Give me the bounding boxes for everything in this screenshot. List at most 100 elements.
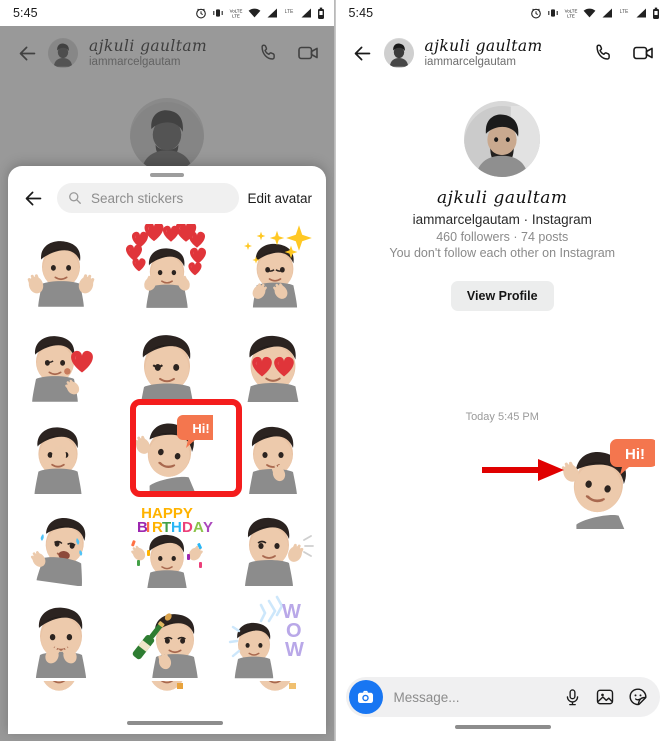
home-gesture-pill[interactable] (127, 721, 223, 725)
sent-sticker-message[interactable]: Hi! (336, 423, 669, 529)
svg-text:I: I (146, 519, 150, 536)
video-call-icon[interactable] (631, 41, 655, 65)
search-placeholder: Search stickers (91, 190, 184, 206)
lte-icon: LTE (620, 9, 629, 15)
avatar-wow-sticker[interactable]: WOW (220, 589, 326, 681)
volte-icon: VoLTELTE (229, 8, 242, 18)
avatar-wink-sticker[interactable] (114, 313, 220, 405)
avatar-blow-kiss-sticker[interactable] (8, 313, 114, 405)
wifi-icon (583, 8, 596, 18)
signal-icon (602, 8, 612, 18)
signal-2-icon (636, 8, 646, 18)
battery-icon (653, 7, 659, 19)
profile-name: ajkuli gaultam (437, 188, 568, 208)
sticker-sheet-header: Search stickers Edit avatar (8, 177, 326, 213)
contact-photo-icon (383, 39, 414, 68)
profile-handle-line: iammarcelgautam · Instagram (412, 212, 592, 227)
sticker-bubble-text: Hi! (192, 421, 209, 436)
wow-word: WOW (282, 601, 304, 661)
avatar-hi-wave-sticker[interactable]: Hi! (114, 399, 242, 497)
svg-text:LTE: LTE (620, 9, 629, 15)
avatar-heart-eyes-sticker[interactable] (220, 313, 326, 405)
sticker-icon[interactable] (628, 687, 648, 707)
wifi-icon (248, 8, 260, 18)
edit-avatar-button[interactable]: Edit avatar (247, 191, 314, 206)
alarm-icon (531, 8, 541, 19)
avatar-thumbs-up-sticker[interactable] (8, 221, 114, 313)
day-timestamp: Today 5:45 PM (465, 411, 539, 423)
status-icons: VoLTE LTE LTE (195, 7, 325, 20)
screen-sticker-picker: 5:45 VoLTE LTE LTE Search stickers Edit … (0, 0, 335, 741)
contact-name: ajkuli gaultam (424, 36, 543, 55)
camera-button[interactable] (348, 680, 383, 714)
signal-2-icon (301, 8, 311, 18)
svg-text:Y: Y (203, 519, 213, 536)
avatar-facepalm-sticker[interactable] (8, 405, 114, 497)
status-clock: 5:45 (348, 6, 374, 20)
conversation-header: ajkuli gaultam iammarcelgautam (335, 26, 669, 80)
vibrate-icon (212, 9, 223, 17)
sticker-bubble: Hi! (177, 415, 213, 448)
sticker-back-button[interactable] (18, 183, 48, 213)
svg-text:LTE: LTE (232, 13, 240, 18)
svg-text:W: W (285, 639, 304, 661)
status-bar: 5:45 VoLTE LTE LTE (335, 0, 669, 26)
header-names: ajkuli gaultam iammarcelgautam (424, 36, 594, 69)
avatar-sticker-row6-a[interactable] (8, 681, 114, 711)
avatar-laugh-cry-sticker[interactable] (8, 497, 114, 589)
avatar-happy-birthday-sticker[interactable]: HAPPY BI RT HD AY (114, 497, 220, 589)
status-clock: 5:45 (13, 6, 38, 20)
avatar-champagne-sticker[interactable] (114, 589, 220, 681)
avatar-thinking-sticker[interactable] (220, 405, 326, 497)
composer-actions (563, 687, 648, 707)
camera-icon (357, 690, 374, 703)
svg-text:H: H (171, 519, 182, 536)
contact-handle: iammarcelgautam (424, 55, 516, 68)
microphone-icon[interactable] (563, 688, 582, 707)
sticker-picker-sheet: Search stickers Edit avatar Hi! HAPPY B … (8, 166, 326, 734)
screenshot-root: 5:45 VoLTE LTE LTE Search stickers Edit … (0, 0, 669, 741)
composer-bar: Message... (345, 677, 660, 717)
back-button[interactable] (348, 38, 378, 68)
alarm-icon (195, 8, 206, 19)
profile-photo[interactable] (464, 101, 541, 177)
search-input[interactable]: Search stickers (57, 183, 240, 213)
phone-call-icon[interactable] (593, 42, 615, 64)
signal-icon (267, 8, 277, 18)
avatar-namaste-sparkles-sticker[interactable] (220, 221, 326, 313)
birthday-word-birthday: BI RT HD AY (137, 519, 213, 536)
vibrate-icon (548, 9, 558, 17)
avatar-pleading-hands-sticker[interactable] (8, 589, 114, 681)
view-profile-button[interactable]: View Profile (450, 281, 554, 311)
avatar-sticker-row6-b[interactable] (114, 681, 220, 711)
svg-text:LTE: LTE (284, 9, 293, 15)
volte-icon: VoLTELTE (565, 8, 578, 18)
header-actions (593, 41, 657, 65)
message-composer: Message... (335, 669, 669, 741)
avatar-sticker-row6-c[interactable] (220, 681, 326, 711)
search-icon (69, 192, 81, 204)
home-gesture-pill[interactable] (454, 725, 551, 729)
left-nav-bar (16, 712, 326, 734)
status-bar: 5:45 VoLTE LTE LTE (0, 0, 334, 26)
sticker-grid: Hi! HAPPY B I R T H D A Y W O W (8, 221, 326, 711)
avatar[interactable] (383, 38, 414, 68)
profile-stats-line: 460 followers · 74 posts (436, 230, 569, 244)
back-arrow-icon (354, 46, 371, 60)
svg-text:LTE: LTE (567, 13, 575, 18)
sent-sticker-bubble-text: Hi! (625, 446, 645, 463)
battery-icon (317, 7, 324, 19)
svg-text:D: D (182, 519, 193, 536)
profile-photo-icon (464, 105, 541, 177)
avatar-hearts-sticker[interactable] (114, 221, 220, 313)
profile-relationship-line: You don't follow each other on Instagram (389, 246, 616, 260)
avatar-shrug-sticker[interactable] (220, 497, 326, 589)
screen-conversation: 5:45 VoLTE LTE LTE ajkuli gaultam iammar… (335, 0, 669, 741)
lte-icon: LTE (284, 9, 293, 15)
gallery-icon[interactable] (595, 687, 615, 707)
status-icons: VoLTE LTE LTE (530, 7, 660, 20)
right-nav-bar (345, 717, 660, 737)
message-input[interactable]: Message... (394, 690, 563, 705)
annotation-arrow (481, 459, 564, 481)
back-arrow-icon (25, 191, 41, 205)
